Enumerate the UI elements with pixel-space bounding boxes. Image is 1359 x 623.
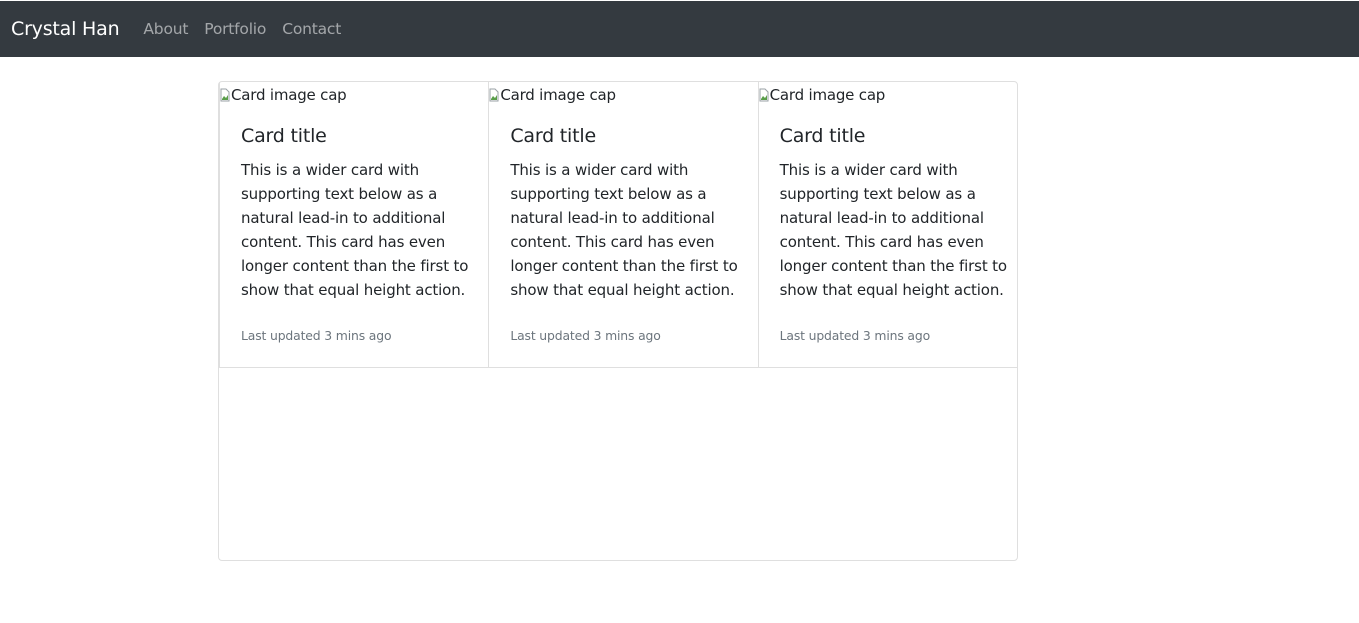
card-image: Card image cap (759, 82, 1027, 108)
nav-link-about[interactable]: About (143, 20, 188, 38)
card-text-line: show that equal height action. (241, 281, 466, 299)
card-text-line: This is a wider card with (779, 161, 958, 179)
card-text-line: show that equal height action. (779, 281, 1004, 299)
card-text: This is a wider card with supporting tex… (241, 158, 468, 302)
card-title: Card title (779, 125, 866, 147)
card-text-line: content. This card has even (779, 233, 984, 251)
card-text-line: natural lead-in to additional (241, 209, 446, 227)
card-updated-text: Last updated 3 mins ago (241, 328, 392, 343)
card-text-line: This is a wider card with (241, 161, 419, 179)
card-image-alt: Card image cap (500, 86, 616, 104)
broken-image-icon (759, 88, 769, 102)
nav-link-contact[interactable]: Contact (282, 20, 341, 38)
card-text: This is a wider card with supporting tex… (510, 158, 737, 302)
broken-image-icon (220, 88, 230, 102)
card-text-line: supporting text below as a (510, 185, 707, 203)
card-image: Card image cap (489, 82, 757, 108)
card-image-alt: Card image cap (231, 86, 347, 104)
card-text-line: content. This card has even (510, 233, 715, 251)
card-text-line: longer content than the first to (510, 257, 738, 275)
card-text-line: This is a wider card with (510, 161, 689, 179)
card-text-line: supporting text below as a (779, 185, 976, 203)
card-updated-text: Last updated 3 mins ago (779, 328, 931, 343)
card-text-line: natural lead-in to additional (510, 209, 715, 227)
broken-image-icon (489, 88, 499, 102)
navbar: Crystal Han About Portfolio Contact (0, 1, 1359, 57)
card-body: Card title This is a wider card with sup… (220, 108, 488, 302)
card-image-alt: Card image cap (769, 86, 886, 104)
card-text-line: show that equal height action. (510, 281, 735, 299)
card-body: Card title This is a wider card with sup… (489, 108, 757, 302)
brand-link[interactable]: Crystal Han (11, 18, 120, 40)
card-title: Card title (510, 125, 596, 147)
card: Card image cap Card title This is a wide… (759, 82, 1027, 367)
card-text-line: supporting text below as a (241, 185, 438, 203)
card-text: This is a wider card with supporting tex… (780, 158, 1007, 302)
card-text-line: longer content than the first to (779, 257, 1007, 275)
card-body: Card title This is a wider card with sup… (759, 108, 1027, 302)
card: Card image cap Card title This is a wide… (489, 82, 759, 367)
card-title: Card title (241, 125, 327, 147)
card-group: Card image cap Card title This is a wide… (219, 82, 1017, 368)
card-text-line: longer content than the first to (241, 257, 469, 275)
card-image: Card image cap (220, 82, 488, 108)
card-text-line: content. This card has even (241, 233, 446, 251)
nav-link-portfolio[interactable]: Portfolio (204, 20, 266, 38)
card: Card image cap Card title This is a wide… (220, 82, 490, 367)
card-text-line: natural lead-in to additional (779, 209, 984, 227)
card-updated-text: Last updated 3 mins ago (510, 328, 661, 343)
